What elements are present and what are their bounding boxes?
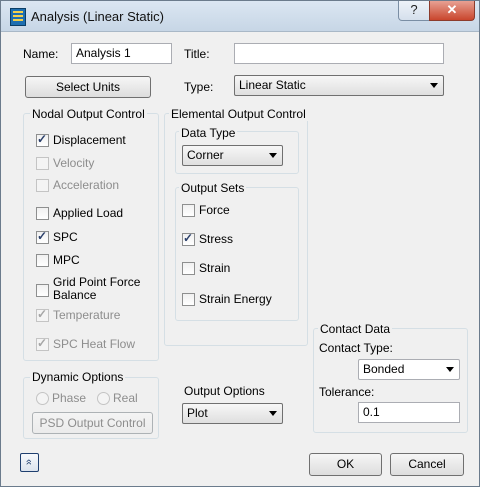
- contact-type-value: Bonded: [363, 362, 405, 376]
- radio-icon: [97, 392, 110, 405]
- output-sets-label: Output Sets: [179, 181, 247, 195]
- contact-type-select[interactable]: Bonded: [358, 359, 460, 380]
- close-button[interactable]: ✕: [429, 1, 475, 21]
- select-units-button[interactable]: Select Units: [25, 76, 151, 98]
- chevron-down-icon: [269, 411, 277, 416]
- help-button[interactable]: ?: [398, 1, 430, 21]
- force-checkbox[interactable]: Force: [182, 203, 282, 219]
- expand-button[interactable]: »: [20, 453, 39, 472]
- dynamic-options-label: Dynamic Options: [30, 370, 126, 384]
- checkbox-icon: [182, 293, 195, 306]
- contact-data-label: Contact Data: [318, 322, 393, 336]
- analysis-dialog: Analysis (Linear Static) ? ✕ Name: Analy…: [0, 0, 480, 487]
- strain-energy-checkbox[interactable]: Strain Energy: [182, 292, 292, 308]
- real-radio[interactable]: Real: [97, 391, 147, 407]
- data-type-value: Corner: [187, 148, 224, 162]
- data-type-select[interactable]: Corner: [182, 145, 283, 166]
- chevron-down-icon: [446, 367, 454, 372]
- strain-checkbox[interactable]: Strain: [182, 261, 282, 277]
- temperature-checkbox[interactable]: Temperature: [36, 307, 136, 324]
- output-options-label: Output Options: [184, 384, 265, 398]
- grid-point-force-balance-checkbox[interactable]: Grid Point Force Balance: [36, 276, 146, 304]
- radio-icon: [36, 392, 49, 405]
- checkbox-icon: [36, 132, 49, 147]
- output-options-select[interactable]: Plot: [182, 403, 283, 424]
- output-options-value: Plot: [187, 406, 208, 420]
- phase-radio[interactable]: Phase: [36, 391, 96, 407]
- applied-load-checkbox[interactable]: Applied Load: [36, 206, 136, 222]
- velocity-checkbox[interactable]: Velocity: [36, 156, 136, 172]
- checkbox-icon: [36, 284, 49, 297]
- spc-heat-flow-checkbox[interactable]: SPC Heat Flow: [36, 336, 136, 353]
- nodal-output-label: Nodal Output Control: [30, 107, 147, 121]
- type-label: Type:: [184, 80, 214, 94]
- data-type-label: Data Type: [179, 126, 238, 140]
- app-icon: [10, 8, 26, 26]
- checkbox-icon: [36, 157, 49, 170]
- double-chevron-icon: »: [23, 458, 36, 466]
- psd-output-control-button[interactable]: PSD Output Control: [32, 412, 153, 434]
- title-bar[interactable]: Analysis (Linear Static) ? ✕: [1, 1, 479, 32]
- cancel-button[interactable]: Cancel: [390, 453, 464, 476]
- elemental-output-label: Elemental Output Control: [169, 107, 308, 121]
- checkbox-icon: [36, 307, 49, 322]
- checkbox-icon: [182, 204, 195, 217]
- spc-checkbox[interactable]: SPC: [36, 229, 136, 246]
- checkbox-icon: [36, 179, 49, 192]
- type-select[interactable]: Linear Static: [234, 75, 444, 96]
- ok-button[interactable]: OK: [309, 453, 382, 476]
- acceleration-checkbox[interactable]: Acceleration: [36, 178, 136, 194]
- name-input[interactable]: Analysis 1: [71, 43, 172, 64]
- name-label: Name:: [23, 47, 59, 61]
- checkbox-icon: [36, 336, 49, 351]
- mpc-checkbox[interactable]: MPC: [36, 253, 136, 269]
- contact-type-label: Contact Type:: [319, 341, 393, 355]
- title-label: Title:: [184, 47, 210, 61]
- window-title: Analysis (Linear Static): [31, 9, 164, 24]
- tolerance-label: Tolerance:: [319, 385, 375, 399]
- chevron-down-icon: [269, 153, 277, 158]
- chevron-down-icon: [430, 83, 438, 88]
- displacement-checkbox[interactable]: Displacement: [36, 132, 136, 149]
- checkbox-icon: [36, 207, 49, 220]
- title-input[interactable]: [234, 43, 444, 64]
- checkbox-icon: [182, 262, 195, 275]
- checkbox-icon: [36, 254, 49, 267]
- checkbox-icon: [182, 231, 195, 246]
- tolerance-input[interactable]: 0.1: [358, 402, 460, 423]
- stress-checkbox[interactable]: Stress: [182, 231, 282, 248]
- type-select-value: Linear Static: [239, 78, 306, 92]
- checkbox-icon: [36, 229, 49, 244]
